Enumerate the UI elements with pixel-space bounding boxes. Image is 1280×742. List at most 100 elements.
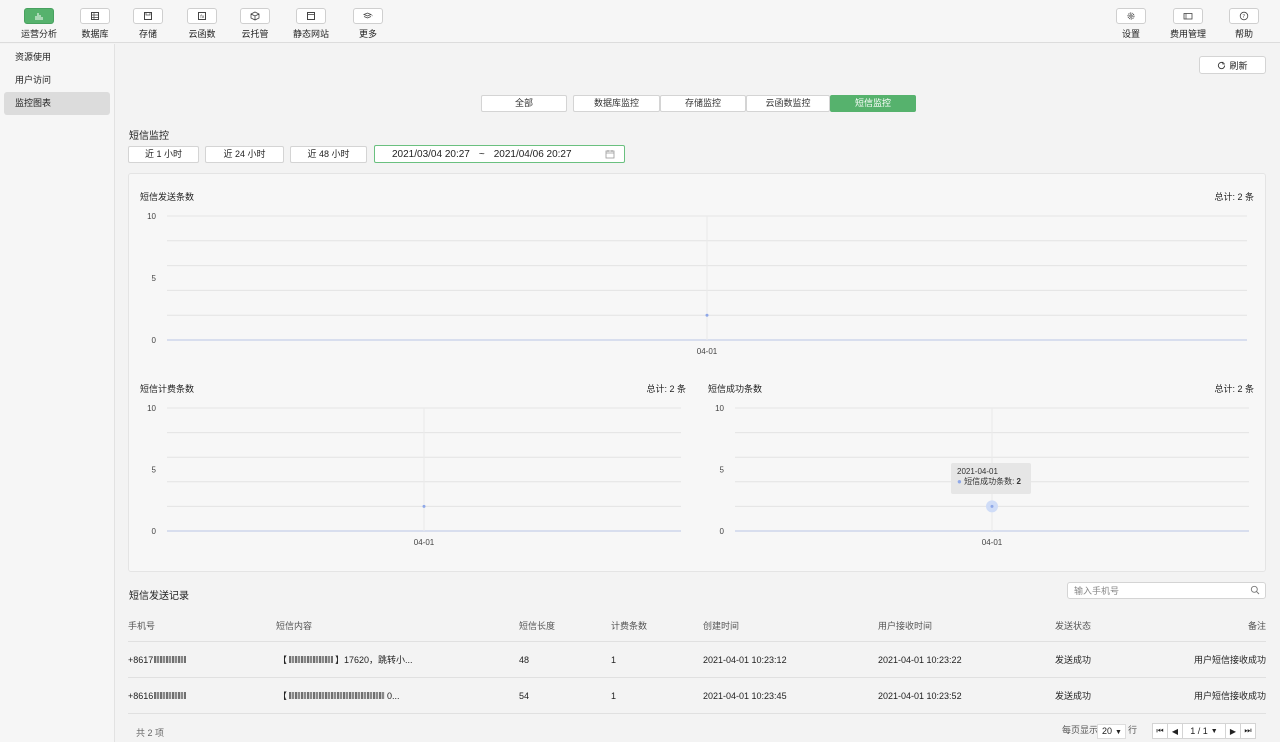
tab-functions-monitor[interactable]: 云函数监控: [746, 95, 830, 112]
billed-cell: 1: [611, 654, 617, 665]
toolbar-label: 存储: [138, 29, 157, 39]
y-tick-label: 5: [720, 466, 725, 475]
x-tick-label: 04-01: [697, 347, 718, 356]
toolbar-static-site-button[interactable]: 静态网站: [288, 8, 334, 40]
help-icon: ?: [1239, 11, 1249, 21]
toolbar-label: 静态网站: [292, 29, 329, 39]
page-select[interactable]: 1 / 1 ▼: [1182, 723, 1226, 739]
sidebar-item-resource-usage[interactable]: 资源使用: [4, 46, 110, 69]
redacted-phone: [154, 692, 187, 699]
calendar-icon: [605, 150, 615, 159]
first-page-button[interactable]: ⏮: [1152, 723, 1168, 739]
phone-search-input[interactable]: [1067, 582, 1266, 599]
toolbar-analytics-button[interactable]: 运营分析: [16, 8, 62, 40]
data-point: [422, 504, 426, 508]
toolbar-label: 云函数: [188, 29, 216, 39]
records-title: 短信发送记录: [129, 591, 189, 602]
billed-cell: 1: [611, 690, 617, 701]
y-tick-label: 10: [147, 404, 156, 413]
note-cell: 用户短信接收成功: [1193, 655, 1266, 665]
toolbar-settings-button[interactable]: 设置: [1108, 8, 1154, 40]
content-prefix: 【: [278, 691, 288, 701]
table-row[interactable]: +8616 【 0... 54 1 2021-04-01 10:23:45 202…: [128, 678, 1266, 714]
toolbar-label: 帮助: [1234, 29, 1253, 39]
toolbar-more-button[interactable]: 更多: [345, 8, 391, 40]
refresh-label: 刷新: [1229, 60, 1248, 71]
search-icon: [1250, 585, 1260, 595]
date-separator: ~: [478, 148, 485, 160]
function-icon: fx: [198, 12, 206, 20]
sidebar: 资源使用 用户访问 监控图表: [0, 44, 115, 742]
date-range-picker[interactable]: 2021/03/04 20:27 ~ 2021/04/06 20:27: [374, 145, 625, 163]
refresh-icon: [1218, 61, 1226, 69]
phone-cell: +8617: [128, 642, 187, 677]
chart-title: 短信发送条数: [140, 192, 195, 202]
y-tick-label: 10: [147, 212, 156, 221]
database-icon: [91, 12, 99, 20]
tab-database-monitor[interactable]: 数据库监控: [573, 95, 660, 112]
tooltip-label: 短信成功条数:: [964, 477, 1017, 486]
tab-all[interactable]: 全部: [481, 95, 567, 112]
y-tick-label: 0: [720, 527, 725, 536]
tooltip-value-row: ● 短信成功条数: 2: [957, 477, 1021, 486]
next-page-icon: ▶: [1229, 726, 1237, 736]
range-48h-button[interactable]: 近 48 小时: [290, 146, 367, 163]
main-content: 刷新 全部 数据库监控 存储监控 云函数监控 短信监控 短信监控 近 1 小时 …: [116, 44, 1280, 742]
toolbar-functions-button[interactable]: fx 云函数: [179, 8, 225, 40]
range-24h-button[interactable]: 近 24 小时: [205, 146, 284, 163]
content-prefix: 【: [278, 655, 288, 665]
phone-value: +8616: [128, 690, 154, 701]
page-size-select[interactable]: 20 ▼: [1097, 724, 1126, 739]
y-tick-label: 0: [152, 336, 157, 345]
tab-sms-monitor[interactable]: 短信监控: [830, 95, 916, 112]
monitor-tabs: 全部 数据库监控 存储监控 云函数监控 短信监控: [481, 95, 916, 112]
svg-text:?: ?: [1242, 14, 1245, 20]
date-start: 2021/03/04 20:27: [392, 148, 470, 160]
chart-sms-billed: 0 5 10 04-01: [147, 404, 681, 547]
phone-cell: +8616: [128, 678, 187, 713]
col-created: 创建时间: [703, 621, 740, 631]
layers-icon: [362, 12, 373, 19]
length-cell: 54: [519, 690, 530, 701]
refresh-button[interactable]: 刷新: [1199, 56, 1266, 74]
section-title: 短信监控: [129, 131, 169, 142]
data-point: [705, 313, 709, 317]
col-status: 发送状态: [1055, 621, 1092, 631]
chart-total: 总计: 2 条: [1214, 192, 1254, 202]
toolbar-label: 费用管理: [1169, 29, 1206, 39]
toolbar-database-button[interactable]: 数据库: [72, 8, 118, 40]
content-suffix: 】17620，跳转小...: [335, 655, 413, 665]
tab-storage-monitor[interactable]: 存储监控: [660, 95, 746, 112]
prev-page-button[interactable]: ◀: [1167, 723, 1183, 739]
note-cell: 用户短信接收成功: [1193, 691, 1266, 701]
redacted-content: [289, 692, 386, 699]
status-cell: 发送成功: [1055, 655, 1092, 665]
last-page-button[interactable]: ⏭: [1240, 723, 1256, 739]
col-length: 短信长度: [519, 621, 556, 631]
top-toolbar: 运营分析 数据库 存储 fx 云函数 云托管 静态网站 更多 设置 费用管理 ?…: [0, 0, 1280, 43]
range-1h-button[interactable]: 近 1 小时: [128, 146, 199, 163]
chart-sms-sent: 0 5 10 04-01: [147, 212, 1247, 356]
sidebar-item-user-visits[interactable]: 用户访问: [4, 69, 110, 92]
table-row[interactable]: +8617 【 】17620，跳转小... 48 1 2021-04-01 10:…: [128, 642, 1266, 678]
content-cell: 【 0...: [278, 678, 400, 713]
toolbar-cloud-hosting-button[interactable]: 云托管: [232, 8, 278, 40]
content-cell: 【 】17620，跳转小...: [278, 642, 413, 677]
col-billed: 计费条数: [611, 621, 648, 631]
sidebar-item-monitor-charts[interactable]: 监控图表: [4, 92, 110, 115]
next-page-button[interactable]: ▶: [1225, 723, 1241, 739]
toolbar-label: 数据库: [81, 29, 109, 39]
redacted-phone: [154, 656, 187, 663]
status-cell: 发送成功: [1055, 691, 1092, 701]
wallet-icon: [1183, 13, 1193, 20]
toolbar-storage-button[interactable]: 存储: [125, 8, 171, 40]
length-cell: 48: [519, 654, 530, 665]
chart-title: 短信计费条数: [140, 384, 195, 394]
save-icon: [144, 12, 152, 20]
toolbar-label: 运营分析: [20, 29, 57, 39]
toolbar-help-button[interactable]: ? 帮助: [1221, 8, 1267, 40]
toolbar-billing-button[interactable]: 费用管理: [1165, 8, 1211, 40]
y-tick-label: 10: [715, 404, 724, 413]
data-point: [990, 504, 994, 508]
toolbar-label: 云托管: [241, 29, 269, 39]
